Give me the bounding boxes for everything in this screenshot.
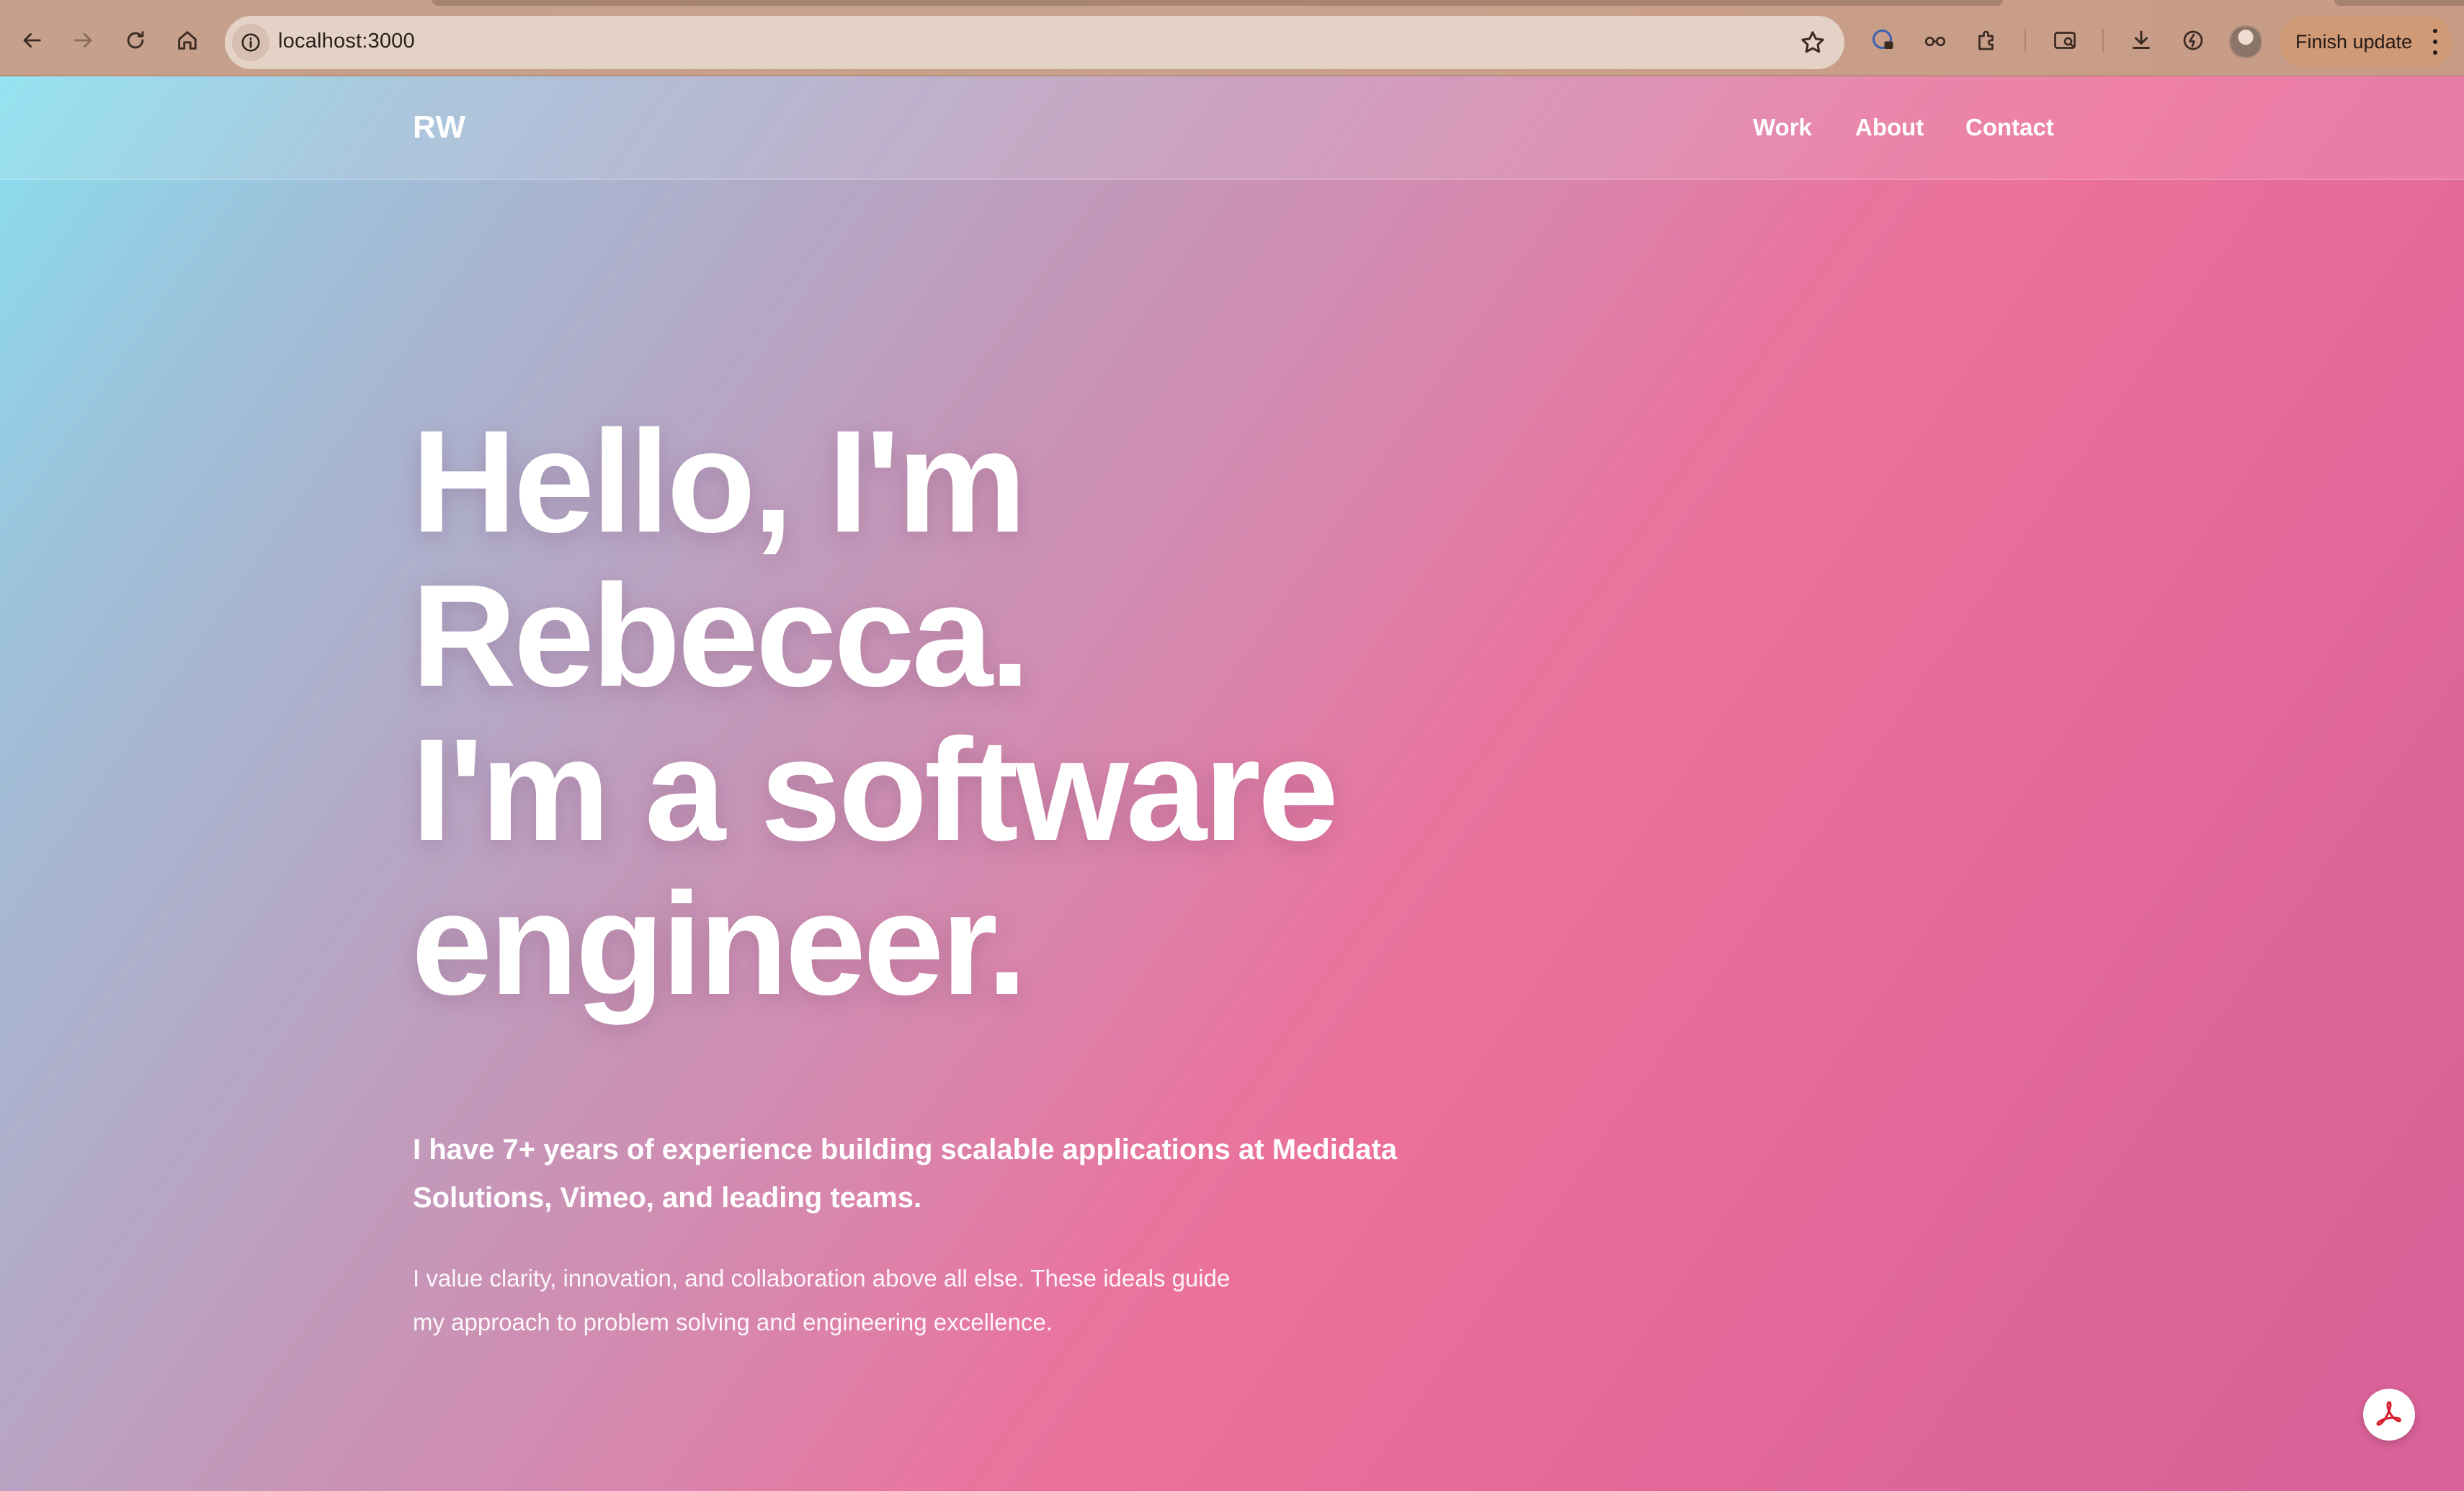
pdf-reader-button[interactable] [2363, 1389, 2415, 1441]
url-text[interactable]: localhost:3000 [278, 30, 415, 53]
arrow-right-icon [74, 33, 92, 48]
hero-title: Hello, I'm Rebecca. I'm a software engin… [411, 404, 1636, 1021]
password-manager-icon[interactable] [1867, 24, 1899, 56]
kebab-menu-icon[interactable] [2432, 29, 2438, 55]
toolbar-divider [2025, 29, 2026, 52]
nav-link-about[interactable]: About [1855, 114, 1924, 141]
hero-title-line: I'm a software [411, 708, 1339, 871]
acrobat-icon [2376, 1401, 2401, 1426]
reader-glasses-icon[interactable] [1919, 24, 1951, 56]
search-tab-icon[interactable] [2049, 24, 2081, 56]
nav-link-contact[interactable]: Contact [1965, 114, 2054, 141]
home-icon [178, 31, 197, 50]
nav-link-work[interactable]: Work [1753, 114, 1812, 141]
toolbar-divider [2102, 29, 2104, 52]
site-logo[interactable]: RW [413, 109, 466, 145]
hero-sub-text: I value clarity, innovation, and collabo… [413, 1265, 1231, 1335]
star-icon[interactable] [1798, 28, 1827, 57]
download-icon[interactable] [2125, 24, 2157, 56]
site-info-button[interactable] [232, 24, 269, 61]
tab-strip-edge [432, 0, 2003, 6]
performance-icon[interactable] [2177, 24, 2209, 56]
back-button[interactable] [13, 22, 50, 59]
info-icon [241, 33, 260, 52]
home-button[interactable] [169, 22, 206, 59]
hero-title-line: Hello, I'm [411, 400, 1027, 563]
reload-icon [127, 31, 144, 49]
page-viewport: RW Work About Contact Hello, I'm Rebecca… [0, 76, 2464, 1491]
arrow-left-icon [23, 33, 41, 48]
tab-strip-edge [2334, 0, 2464, 6]
forward-button[interactable] [65, 22, 102, 59]
hero-lead-text: I have 7+ years of experience building s… [413, 1134, 1398, 1214]
finish-update-button[interactable]: Finish update [2280, 16, 2452, 68]
site-header: RW Work About Contact [0, 76, 2464, 180]
puzzle-icon[interactable] [1971, 24, 2003, 56]
reload-button[interactable] [117, 22, 154, 59]
browser-toolbar: localhost:3000 Finish update [0, 0, 2464, 76]
finish-update-label: Finish update [2295, 30, 2413, 53]
hero-title-line: engineer. [411, 862, 1027, 1025]
hero-title-line: Rebecca. [411, 554, 1030, 717]
profile-avatar[interactable] [2229, 25, 2262, 58]
address-bar[interactable]: localhost:3000 [225, 16, 1844, 69]
